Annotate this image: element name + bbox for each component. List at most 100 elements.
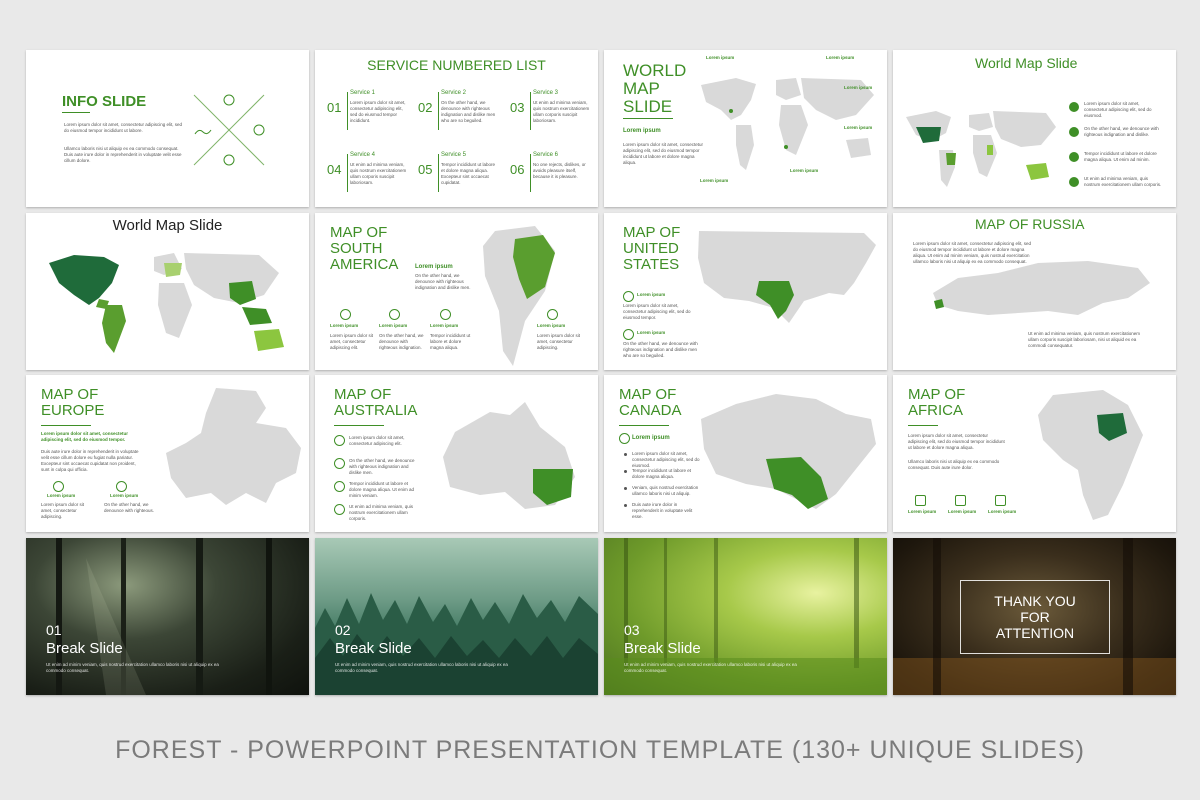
item-label: Lorem ipsum: [430, 323, 459, 328]
slide-body: Ut enim ad minim veniam, quis nostrud ex…: [335, 662, 508, 674]
item-icon: [440, 309, 451, 320]
slide-canada[interactable]: MAP OF CANADA Lorem ipsum Lorem ipsum do…: [604, 375, 887, 532]
item-icon: [334, 458, 345, 469]
slide-body: Duis aute irure dolor in reprehenderit i…: [41, 449, 139, 473]
thank-you-line: THANK YOU: [994, 593, 1076, 609]
item-icon: [53, 481, 64, 492]
africa-map: [1038, 390, 1143, 520]
title-underline: [334, 425, 384, 426]
callout-label: Lorem ipsum: [415, 264, 453, 270]
service-number: 05: [418, 162, 433, 177]
item-icon: [547, 309, 558, 320]
check-icon: [623, 329, 634, 340]
item-text: Lorem ipsum dolor sit amet, consectetur …: [349, 435, 405, 447]
slide-australia[interactable]: MAP OF AUSTRALIA Lorem ipsum dolor sit a…: [315, 375, 598, 532]
map-pin: [784, 145, 788, 149]
australia-map: [443, 402, 575, 509]
item-text: On the other hand, we denounce with righ…: [1084, 126, 1159, 138]
item-label: Lorem ipsum: [637, 330, 666, 335]
slide-break-3[interactable]: 03 Break Slide Ut enim ad minim veniam, …: [604, 538, 887, 695]
slide-thank-you[interactable]: THANK YOU FOR ATTENTION: [893, 538, 1176, 695]
item-text: Lorem ipsum dolor sit amet, consectetur …: [330, 333, 374, 351]
europe-map: [166, 388, 301, 505]
service-label: Service 1: [350, 90, 376, 96]
item-label: Lorem ipsum: [379, 323, 408, 328]
item-text: Lorem ipsum dolor sit amet, consectetur …: [41, 502, 85, 520]
template-caption: FOREST - POWERPOINT PRESENTATION TEMPLAT…: [115, 736, 1085, 764]
service-divider: [438, 92, 439, 130]
slide-body: Ullamco laboris nisi ut aliquip ex ea co…: [908, 459, 1000, 471]
slide-title: World Map Slide: [975, 55, 1078, 71]
item-text: Tempor incididunt ut labore et dolore ma…: [430, 333, 471, 351]
service-divider: [530, 154, 531, 192]
slide-body: Lorem ipsum dolor sit amet, consectetur …: [64, 122, 183, 134]
title-underline: [623, 118, 673, 119]
service-text: Tempor incididunt ut labore et dolore ma…: [441, 162, 496, 186]
item-label: Lorem ipsum: [537, 323, 566, 328]
item-text: On the other hand, we denounce with righ…: [379, 333, 424, 351]
slide-europe[interactable]: MAP OF EUROPE Lorem ipsum dolor sit amet…: [26, 375, 309, 532]
callout-body: On the other hand, we denounce with righ…: [415, 273, 471, 291]
slide-service-list[interactable]: SERVICE NUMBERED LIST 01 Service 1 Lorem i…: [315, 50, 598, 207]
slide-title: SERVICE NUMBERED LIST: [367, 57, 546, 73]
check-icon: [619, 433, 630, 444]
slide-number: 01: [46, 622, 62, 638]
slide-title: Break Slide: [46, 640, 123, 657]
slide-united-states[interactable]: MAP OF UNITED STATES Lorem ipsum Lorem ip…: [604, 213, 887, 370]
item-icon: [334, 435, 345, 446]
slide-russia[interactable]: MAP OF RUSSIA Lorem ipsum dolor sit amet…: [893, 213, 1176, 370]
slide-break-2[interactable]: 02 Break Slide Ut enim ad minim veniam, …: [315, 538, 598, 695]
item-text: Ut enim ad minima veniam, quis nostrum e…: [1084, 176, 1162, 188]
service-text: On the other hand, we denounce with righ…: [441, 100, 496, 124]
item-text: Tempor incididunt ut labore et dolore ma…: [349, 481, 415, 499]
item-icon: [995, 495, 1006, 506]
service-label: Service 4: [350, 152, 376, 158]
service-label: Service 3: [533, 90, 559, 96]
item-text: Lorem ipsum dolor sit amet, consectetur …: [537, 333, 581, 351]
slide-number: 02: [335, 622, 351, 638]
service-text: Lorem ipsum dolor sit amet, consectetur …: [350, 100, 406, 124]
service-divider: [530, 92, 531, 130]
callout-label: Lorem ipsum: [700, 178, 729, 183]
title-underline: [619, 425, 669, 426]
check-icon: [623, 291, 634, 302]
item-icon: [340, 309, 351, 320]
slide-title: MAP OF RUSSIA: [975, 216, 1085, 232]
slide-title: Break Slide: [624, 640, 701, 657]
service-text: Ut enim ad minima veniam, quis nostrum e…: [533, 100, 590, 124]
russia-map: [933, 261, 1150, 315]
world-map: [906, 111, 1056, 187]
slide-world-map-1[interactable]: WORLD MAP SLIDE Lorem ipsum Lorem ipsum …: [604, 50, 887, 207]
slide-title: MAP OF AUSTRALIA: [334, 386, 418, 419]
callout-label: Lorem ipsum: [790, 168, 819, 173]
slide-world-map-2[interactable]: World Map Slide Lorem ipsum dolor sit am…: [893, 50, 1176, 207]
item-label: Lorem ipsum: [47, 493, 76, 498]
slide-title: MAP OF EUROPE: [41, 386, 105, 419]
slide-info[interactable]: INFO SLIDE Lorem ipsum dolor sit amet, c…: [26, 50, 309, 207]
slide-africa[interactable]: MAP OF AFRICA Lorem ipsum dolor sit amet…: [893, 375, 1176, 532]
slide-body: Lorem ipsum dolor sit amet, consectetur …: [908, 433, 1005, 451]
check-icon: [1069, 102, 1079, 112]
bullet: [624, 470, 627, 473]
slide-break-1[interactable]: 01 Break Slide Ut enim ad minim veniam, …: [26, 538, 309, 695]
united-states-map: [698, 231, 876, 323]
service-number: 02: [418, 100, 433, 115]
service-text: Ut enim ad minima veniam, quis nostrum e…: [350, 162, 407, 186]
slide-title: World Map Slide: [112, 217, 223, 234]
slide-world-map-3[interactable]: World Map Slide: [26, 213, 309, 370]
item-icon: [334, 504, 345, 515]
service-text: No one rejects, dislikes, or avoids plea…: [533, 162, 586, 180]
item-text: Lorem ipsum dolor sit amet, consectetur …: [623, 303, 691, 321]
item-text: On the other hand, we denounce with righ…: [349, 458, 415, 476]
canada-map: [701, 394, 876, 509]
title-underline: [41, 425, 91, 426]
cross-diagram: [193, 94, 265, 166]
bullet: [624, 453, 627, 456]
item-icon: [915, 495, 926, 506]
slide-title: WORLD MAP SLIDE: [623, 61, 687, 116]
slide-title: MAP OF SOUTH AMERICA: [330, 224, 399, 273]
item-text: Lorem ipsum dolor sit amet, consectetur …: [1084, 101, 1152, 119]
slide-south-america[interactable]: MAP OF SOUTH AMERICA Lorem ipsum On the …: [315, 213, 598, 370]
slide-body: Ut enim ad minim veniam, quis nostrud ex…: [624, 662, 797, 674]
thank-you-line: FOR: [1020, 609, 1050, 625]
